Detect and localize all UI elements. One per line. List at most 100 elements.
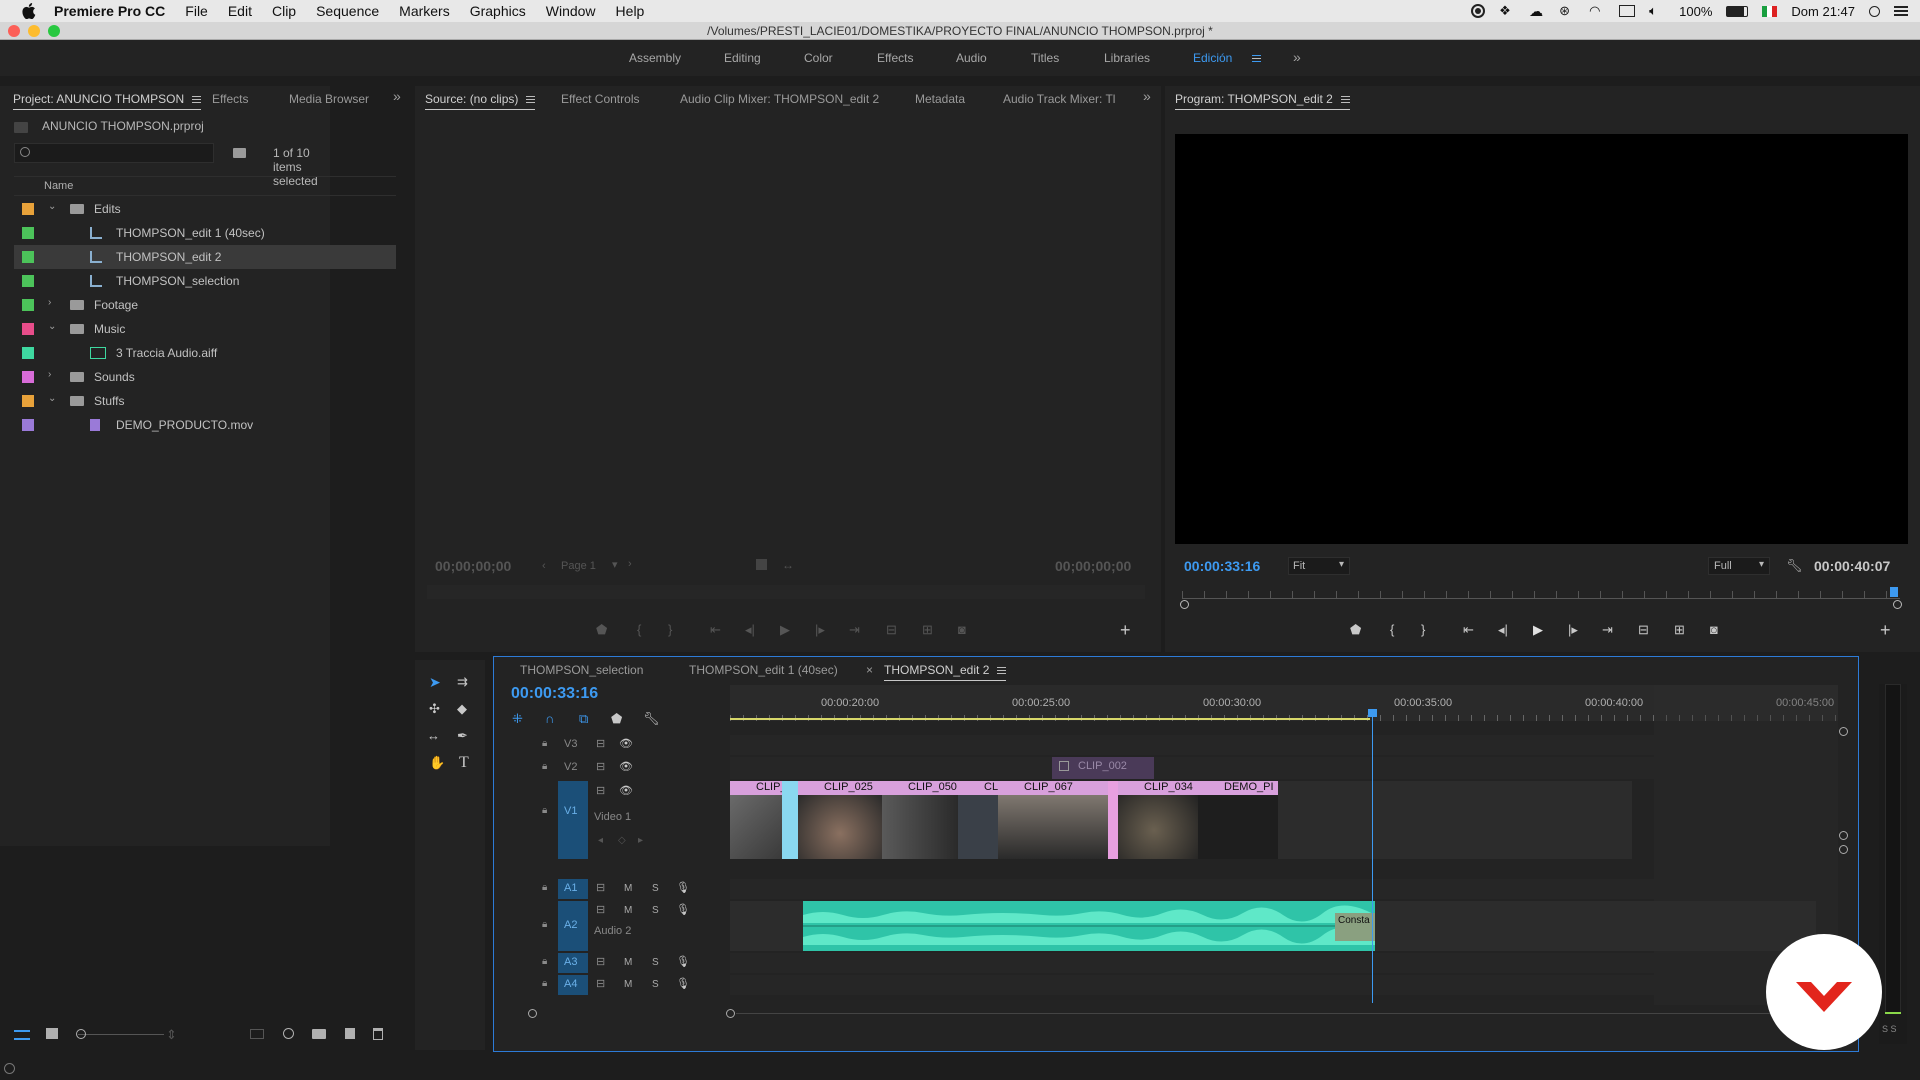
project-item-row[interactable]: ⌄ Edits [14, 197, 396, 221]
program-playhead[interactable] [1890, 587, 1898, 597]
tab-thompson-edit-1[interactable]: THOMPSON_edit 1 (40sec) [689, 663, 838, 677]
track-v2-sync-icon[interactable]: ⊟ [596, 760, 605, 773]
source-drag-audio-icon[interactable]: ↔ [782, 558, 794, 572]
source-drag-video-icon[interactable] [756, 559, 767, 570]
track-a3-solo[interactable]: S [652, 957, 659, 968]
track-a1-mute[interactable]: M [624, 883, 632, 894]
track-a4-sync-icon[interactable]: ⊟ [596, 977, 605, 990]
track-a1-solo[interactable]: S [652, 883, 659, 894]
track-a2-lock-icon[interactable]: 🔒︎ [542, 919, 547, 930]
label-color-swatch[interactable] [22, 275, 34, 287]
track-v3-lock-icon[interactable]: 🔒︎ [542, 738, 547, 749]
disclosure-closed-icon[interactable]: › [48, 297, 51, 308]
new-bin-icon[interactable] [312, 1029, 326, 1039]
tab-metadata[interactable]: Metadata [915, 92, 965, 106]
transition-pink[interactable] [1108, 781, 1118, 859]
program-menu-icon[interactable] [1340, 96, 1350, 104]
zoom-scrollbar-handle-left[interactable] [726, 1009, 735, 1018]
menu-graphics[interactable]: Graphics [470, 3, 526, 19]
source-export-frame-icon[interactable]: ◙ [958, 622, 966, 637]
project-menu-icon[interactable] [192, 96, 202, 104]
disclosure-closed-icon[interactable]: › [48, 369, 51, 380]
program-playhead-timecode[interactable]: 00:00:33:16 [1184, 558, 1260, 574]
label-color-swatch[interactable] [22, 227, 34, 239]
transition-cyan[interactable] [782, 781, 798, 859]
wifi-icon[interactable]: ◠ [1589, 4, 1605, 18]
project-item-row[interactable]: DEMO_PRODUCTO.mov [14, 413, 396, 437]
program-mark-out-icon[interactable]: } [1421, 622, 1425, 637]
program-fit-dropdown[interactable]: Fit ▾ [1288, 557, 1350, 575]
battery-icon[interactable] [1726, 5, 1749, 17]
menu-app-name[interactable]: Premiere Pro CC [54, 3, 165, 19]
clip-v1-clip-067[interactable]: CLIP_067 [998, 781, 1108, 859]
project-item-row[interactable]: 3 Traccia Audio.aiff [14, 341, 396, 365]
tab-effect-controls[interactable]: Effect Controls [561, 92, 639, 106]
track-a4-source-patch[interactable]: A4 [558, 975, 588, 995]
source-video-area[interactable] [425, 116, 1151, 626]
new-bin-from-search-icon[interactable] [233, 148, 246, 158]
source-mark-out-icon[interactable]: } [668, 622, 672, 637]
project-item-row[interactable]: THOMPSON_edit 1 (40sec) [14, 221, 396, 245]
audio-meter-solo-label[interactable]: S S [1882, 1024, 1897, 1034]
track-a3-sync-icon[interactable]: ⊟ [596, 955, 605, 968]
track-a1-lock-icon[interactable]: 🔒︎ [542, 882, 547, 893]
workspace-audio[interactable]: Audio [956, 51, 987, 65]
close-tab-icon[interactable]: × [866, 663, 873, 677]
source-step-forward-icon[interactable]: |▸ [815, 622, 825, 638]
menu-window[interactable]: Window [546, 3, 596, 19]
timeline-playhead[interactable] [1368, 709, 1377, 1003]
timeline-zoom-scrollbar[interactable] [726, 1007, 1838, 1019]
track-v3-sync-icon[interactable]: ⊟ [596, 737, 605, 750]
razor-tool-icon[interactable]: ◆ [457, 701, 467, 717]
linked-selection-icon[interactable]: ⧉ [579, 711, 588, 727]
track-a2-lane[interactable]: Consta [730, 901, 1816, 951]
program-mark-in-icon[interactable]: { [1390, 622, 1394, 637]
nest-sequences-icon[interactable]: ⁜ [512, 711, 523, 727]
program-play-icon[interactable]: ▶ [1533, 622, 1543, 638]
new-item-icon[interactable] [345, 1028, 355, 1039]
video-scroll-handle-bottom[interactable] [1839, 831, 1848, 840]
keyframe-next-icon[interactable]: ▸ [638, 835, 643, 846]
track-a3-mute[interactable]: M [624, 957, 632, 968]
label-color-swatch[interactable] [22, 419, 34, 431]
audio-clip-music[interactable]: Consta [803, 901, 1375, 951]
track-v3-label[interactable]: V3 [564, 738, 577, 750]
spotlight-search-icon[interactable] [1869, 5, 1880, 17]
program-button-editor-icon[interactable]: + [1880, 620, 1891, 641]
track-v3-eye-icon[interactable]: 👁︎ [619, 737, 633, 750]
track-v1-sync-icon[interactable]: ⊟ [596, 784, 605, 797]
program-extract-icon[interactable]: ⊞ [1674, 622, 1685, 638]
list-view-icon[interactable] [14, 1030, 30, 1040]
source-page-dropdown-icon[interactable]: ▾ [612, 558, 618, 571]
track-a1-mic-icon[interactable]: 🎙︎ [676, 881, 690, 894]
menu-file[interactable]: File [185, 3, 208, 19]
hand-tool-icon[interactable]: ✋ [429, 755, 445, 771]
track-a2-mute[interactable]: M [624, 905, 632, 916]
track-a3-source-patch[interactable]: A3 [558, 953, 588, 973]
track-a4-mute[interactable]: M [624, 979, 632, 990]
icon-view-icon[interactable] [46, 1028, 58, 1039]
source-add-marker-icon[interactable]: ⬟ [596, 622, 607, 638]
source-tabs-overflow-icon[interactable]: » [1143, 88, 1151, 104]
find-icon[interactable] [283, 1028, 294, 1039]
project-item-row[interactable]: ⌄ Music [14, 317, 396, 341]
track-a4-lock-icon[interactable]: 🔒︎ [542, 978, 547, 989]
track-v2-lane[interactable]: CLIP_002 [730, 757, 1816, 779]
source-go-to-in-icon[interactable]: ⇤ [710, 622, 721, 638]
track-a4-lane[interactable] [730, 975, 1816, 995]
workspace-titles[interactable]: Titles [1031, 51, 1059, 65]
clip-v1-demo-producto[interactable]: DEMO_PI [1198, 781, 1278, 859]
tab-media-browser[interactable]: Media Browser [289, 92, 369, 106]
snap-icon[interactable]: ∩ [545, 711, 554, 726]
project-item-row[interactable]: THOMPSON_selection [14, 269, 396, 293]
source-step-back-icon[interactable]: ◂| [745, 622, 755, 638]
clear-trash-icon[interactable] [373, 1028, 383, 1040]
dropbox-icon[interactable]: ❖ [1499, 4, 1515, 18]
label-color-swatch[interactable] [22, 299, 34, 311]
track-a1-lane[interactable] [730, 879, 1816, 899]
clip-v1-cli[interactable]: CLI [958, 781, 998, 859]
tab-project[interactable]: Project: ANUNCIO THOMPSON [13, 92, 202, 110]
tab-audio-clip-mixer[interactable]: Audio Clip Mixer: THOMPSON_edit 2 [680, 92, 879, 106]
menu-help[interactable]: Help [616, 3, 645, 19]
volume-icon[interactable]: 🔈︎ [1649, 4, 1665, 18]
